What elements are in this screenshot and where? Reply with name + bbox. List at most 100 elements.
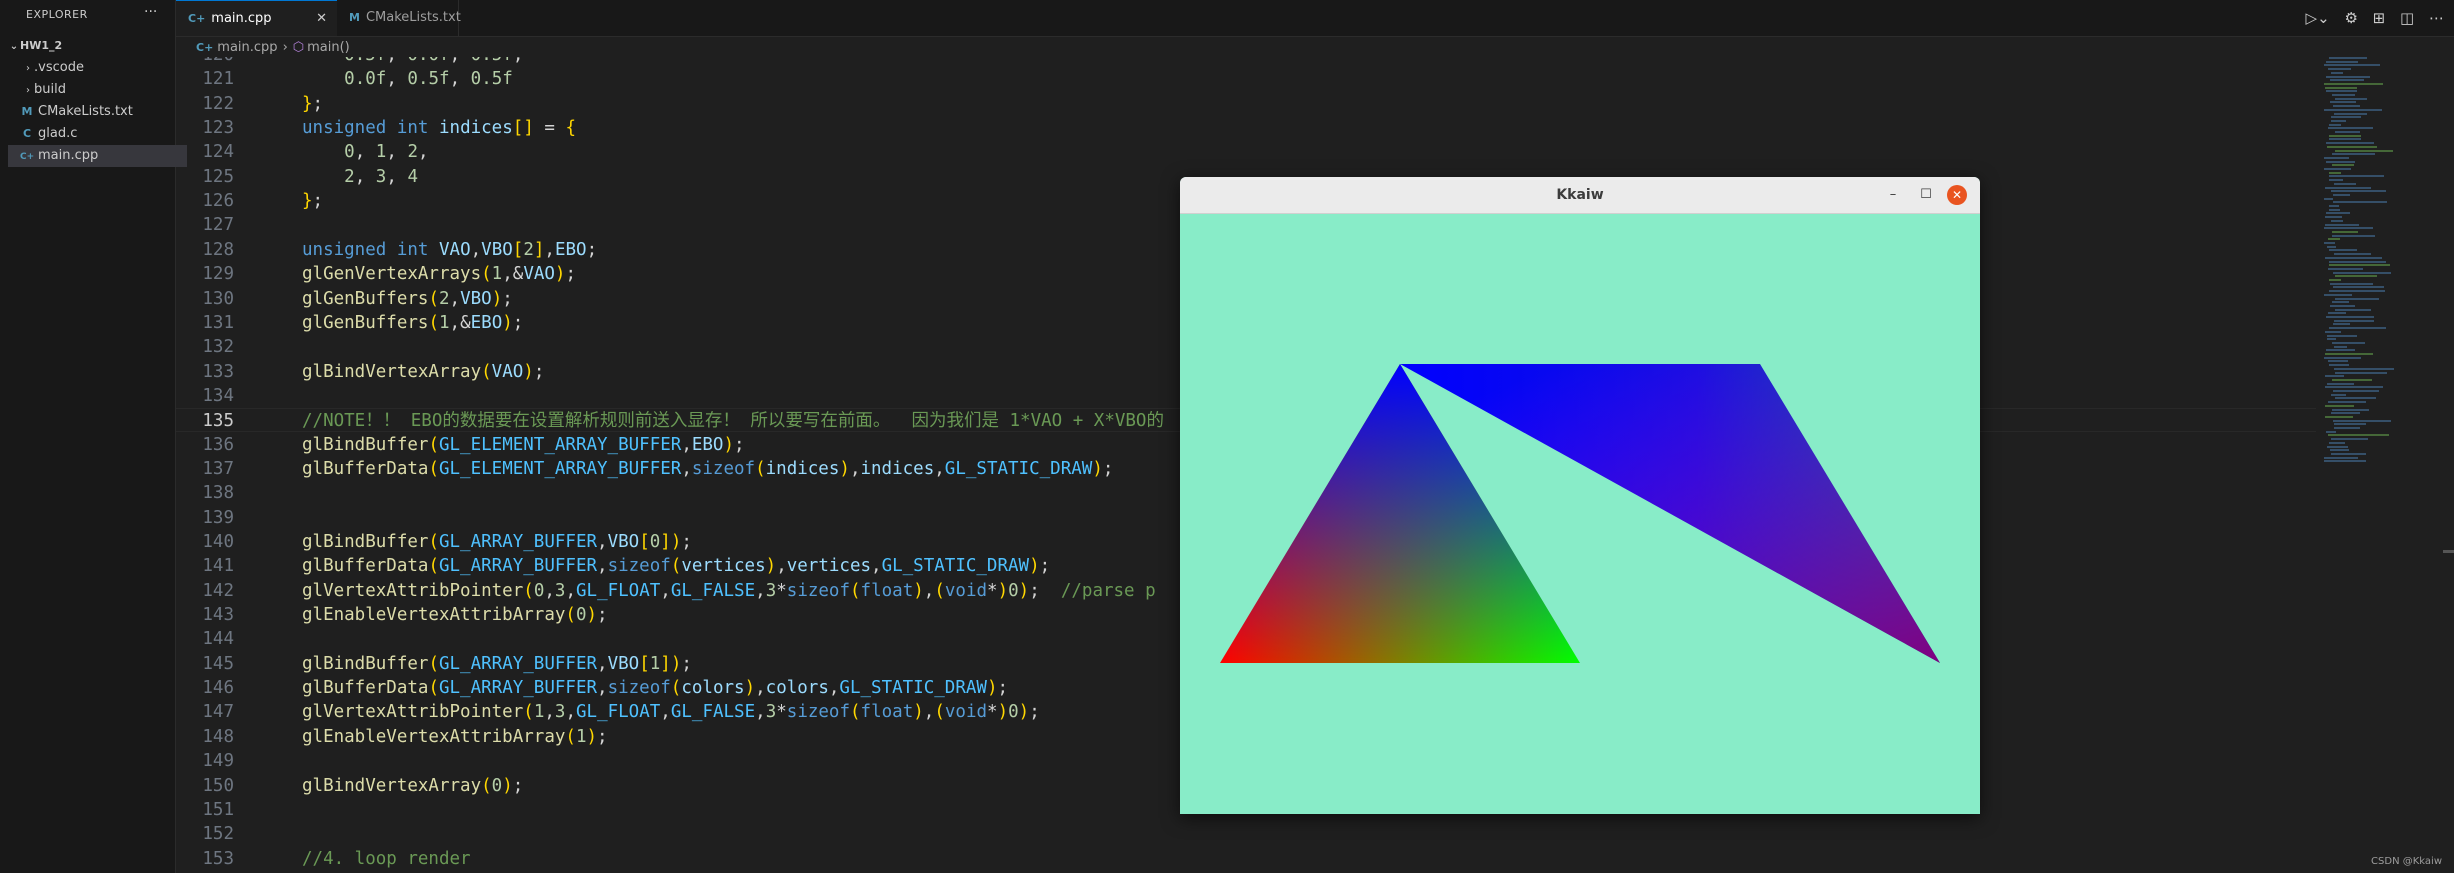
tab-main-cpp[interactable]: C+ main.cpp ✕ [176, 0, 337, 36]
minimap-line [2329, 290, 2385, 293]
run-icon[interactable]: ▷⌄ [2306, 9, 2330, 27]
minimap-line [2331, 219, 2343, 222]
minimap-line [2331, 116, 2361, 119]
minimap-line [2332, 341, 2365, 344]
line-number: 131 [202, 312, 234, 333]
minimap-line [2326, 430, 2336, 433]
line-text: glBufferData(GL_ARRAY_BUFFER,sizeof(colo… [302, 678, 1009, 699]
minimap-line [2324, 356, 2361, 359]
split-editor-icon[interactable]: ◫ [2400, 9, 2414, 27]
minimap-line [2332, 164, 2354, 167]
minimap-line [2331, 71, 2343, 74]
minimap-line [2329, 138, 2361, 141]
tree-item-label: .vscode [34, 60, 84, 75]
line-number: 146 [202, 678, 234, 699]
line-text: glGenBuffers(1,&EBO); [302, 312, 524, 333]
c-file-icon: C [22, 127, 32, 140]
line-number: 139 [202, 507, 234, 528]
minimap-line [2325, 86, 2357, 89]
minimap-line [2329, 171, 2341, 174]
minimap-line [2332, 153, 2375, 156]
cmake-icon[interactable]: ⊞ [2373, 9, 2386, 27]
chevron-down-icon: ⌄ [9, 41, 19, 52]
line-number: 143 [202, 605, 234, 626]
minimap-line [2328, 360, 2348, 363]
line-text: 0.5f, 0.0f, 0.5f, [302, 57, 523, 67]
workspace-root-label: HW1_2 [20, 39, 63, 52]
tree-item-glad[interactable]: Cglad.c [8, 123, 187, 145]
line-number: 151 [202, 799, 234, 820]
tree-item-label: CMakeLists.txt [38, 104, 133, 119]
minimap-line [2324, 197, 2333, 200]
line-number: 140 [202, 532, 234, 552]
close-icon[interactable]: ✕ [316, 1, 327, 37]
minimap-line [2328, 312, 2346, 315]
more-actions-icon[interactable]: ⋯ [2429, 9, 2444, 27]
workspace-root[interactable]: ⌄ HW1_2 [8, 35, 175, 57]
line-number: 136 [202, 434, 234, 455]
minimap-line [2326, 212, 2350, 215]
tab-cmakelists[interactable]: M CMakeLists.txt [337, 0, 461, 36]
chevron-right-icon: › [26, 85, 30, 96]
cpp-file-icon: C+ [20, 152, 35, 162]
opengl-window: Kkaiw – ☐ ✕ [1180, 177, 1980, 814]
code-line[interactable]: 120 0.5f, 0.0f, 0.5f, [176, 57, 2316, 67]
minimap-line [2335, 97, 2367, 100]
line-text: //4. loop render [302, 848, 471, 869]
line-text: //NOTE！！ EBO的数据要在设置解析规则前送入显存！ 所以要写在前面。 因… [302, 411, 1164, 432]
minimap-line [2328, 267, 2363, 270]
line-number: 149 [202, 751, 234, 772]
line-number: 120 [176, 57, 234, 67]
tree-item-build[interactable]: › build [8, 79, 189, 101]
minimap-line [2325, 386, 2383, 389]
minimap-line [2333, 286, 2384, 289]
editor-tab-bar: C+ main.cpp ✕ M CMakeLists.txt ▷⌄ ⚙ ⊞ ◫ ⋯ [176, 0, 2454, 37]
close-icon[interactable]: ✕ [1947, 185, 1967, 205]
minimap-line [2331, 412, 2360, 415]
minimize-icon[interactable]: – [1882, 184, 1904, 206]
tree-item-main-cpp[interactable]: C+ main.cpp [8, 145, 187, 167]
tree-item-label: main.cpp [38, 148, 99, 163]
code-line[interactable]: 152 [176, 822, 2316, 846]
line-text: unsigned int VAO,VBO[2],EBO; [302, 239, 598, 260]
breadcrumb-symbol[interactable]: main() [307, 40, 350, 55]
minimap-line [2330, 449, 2349, 452]
line-number: 148 [202, 726, 234, 747]
breadcrumb-file[interactable]: main.cpp [217, 40, 277, 55]
minimap-line [2331, 452, 2366, 455]
minimap-line [2326, 142, 2374, 145]
scrollbar[interactable] [2443, 550, 2454, 553]
line-number: 129 [202, 264, 234, 285]
maximize-icon[interactable]: ☐ [1915, 184, 1937, 206]
code-line[interactable]: 124 0, 1, 2, [176, 140, 2316, 164]
code-line[interactable]: 121 0.0f, 0.5f, 0.5f [176, 67, 2316, 91]
minimap-line [2335, 275, 2377, 278]
minimap-line [2328, 238, 2340, 241]
tree-item-label: build [34, 82, 66, 97]
line-text: glGenBuffers(2,VBO); [302, 288, 513, 309]
minimap-line [2327, 338, 2336, 341]
minimap-line [2324, 64, 2380, 67]
tab-label: CMakeLists.txt [365, 10, 461, 25]
minimap-line [2333, 201, 2387, 204]
minimap-line [2328, 68, 2351, 71]
minimap-line [2329, 208, 2340, 211]
minimap-line [2330, 282, 2373, 285]
ellipsis-icon[interactable]: ··· [144, 4, 157, 20]
code-line[interactable]: 123 unsigned int indices[] = { [176, 116, 2316, 140]
minimap-line [2332, 378, 2372, 381]
minimap-line [2329, 279, 2341, 281]
minimap-line [2332, 94, 2355, 96]
tree-item-vscode[interactable]: › .vscode [8, 57, 189, 79]
line-text: glBufferData(GL_ELEMENT_ARRAY_BUFFER,siz… [302, 458, 1114, 479]
code-line[interactable]: 153 //4. loop render [176, 847, 2316, 871]
code-line[interactable]: 122}; [176, 92, 2316, 116]
window-titlebar[interactable]: Kkaiw – ☐ ✕ [1180, 177, 1980, 214]
minimap-line [2324, 460, 2366, 463]
minimap-line [2329, 264, 2390, 267]
minimap-line [2331, 190, 2386, 193]
gear-icon[interactable]: ⚙ [2344, 9, 2357, 27]
tree-item-cmakelists[interactable]: M CMakeLists.txt [8, 101, 187, 123]
minimap[interactable] [2320, 57, 2442, 873]
minimap-line [2332, 408, 2369, 411]
